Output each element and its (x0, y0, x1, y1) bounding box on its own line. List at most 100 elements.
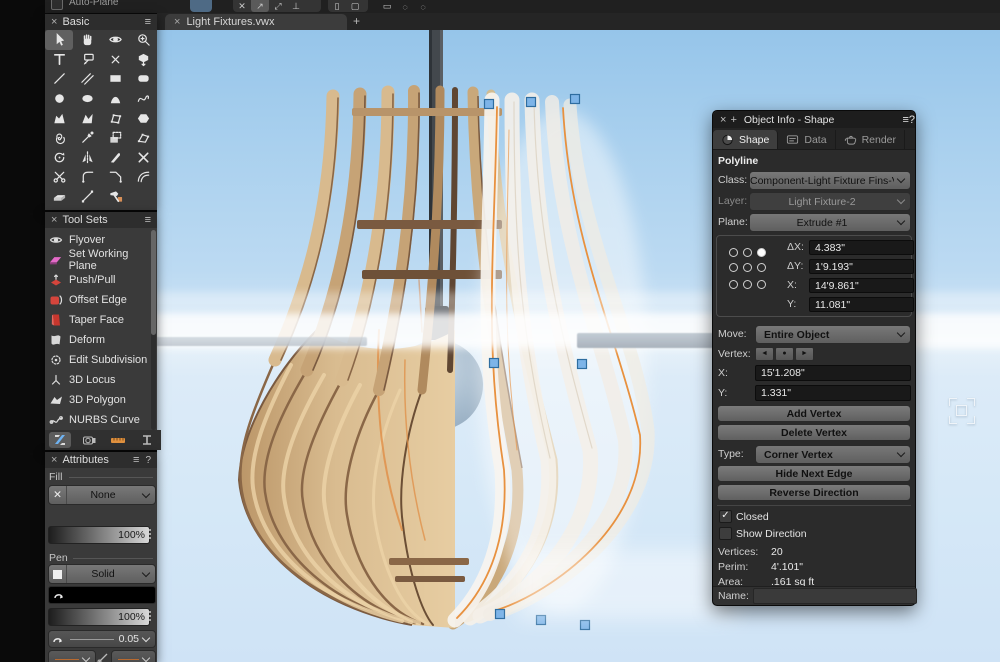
category-structural[interactable] (136, 432, 158, 448)
delta-y-field[interactable]: 1'9.193" (809, 259, 914, 274)
new-tab-button[interactable]: + (353, 14, 360, 28)
double-line-tool[interactable] (73, 69, 101, 89)
pen-color-bar[interactable] (48, 586, 156, 604)
tool-offset-edge[interactable]: Offset Edge (49, 290, 127, 310)
rounded-rectangle-tool[interactable] (129, 69, 157, 89)
show-direction-checkbox[interactable] (719, 527, 732, 540)
document-tab[interactable]: × Light Fixtures.vwx (165, 14, 347, 30)
selection-tool[interactable] (45, 30, 73, 50)
close-icon[interactable]: × (720, 114, 726, 126)
polyline-tool[interactable] (73, 108, 101, 128)
toolbar-icon-2[interactable]: ↗ (251, 0, 269, 12)
category-3d-modeling[interactable] (49, 432, 71, 448)
toolbar-icon-7[interactable]: ▭ (378, 0, 396, 12)
arc-tool[interactable] (101, 89, 129, 109)
add-pane-icon[interactable]: + (730, 114, 736, 126)
eyedropper-tool[interactable] (73, 128, 101, 148)
tab-close-icon[interactable]: × (174, 16, 180, 28)
category-dims-notes[interactable] (107, 432, 129, 448)
3d-box-tool[interactable] (45, 187, 73, 207)
flyover-tool[interactable] (101, 30, 129, 50)
anchor-radio-8[interactable] (743, 280, 752, 289)
rotate-tool[interactable] (45, 148, 73, 168)
polygon-tool[interactable] (45, 108, 73, 128)
tape-measure-tool[interactable] (73, 187, 101, 207)
anchor-radio-7[interactable] (729, 280, 738, 289)
freehand-tool[interactable] (129, 89, 157, 109)
anchor-radio-2[interactable] (743, 248, 752, 257)
delete-vertex-button[interactable]: Delete Vertex (717, 424, 911, 441)
hide-next-edge-button[interactable]: Hide Next Edge (717, 465, 911, 482)
mirror-tool[interactable] (73, 148, 101, 168)
circle-tool[interactable] (45, 89, 73, 109)
move-dropdown[interactable]: Entire Object (755, 325, 911, 344)
tool-sets-scroll-thumb[interactable] (151, 230, 156, 335)
fillet-tool[interactable] (73, 167, 101, 187)
tool-flyover[interactable]: Flyover (49, 230, 105, 250)
plane-dropdown[interactable]: Extrude #1 (749, 213, 911, 232)
rectangle-tool[interactable] (101, 69, 129, 89)
vertex-y-field[interactable]: 1.331" (755, 385, 911, 401)
trim-tool[interactable] (129, 148, 157, 168)
help-icon[interactable]: ? (909, 114, 915, 126)
marker-start-dropdown[interactable] (48, 650, 96, 662)
category-visualization[interactable] (78, 432, 100, 448)
close-icon[interactable]: × (51, 454, 57, 466)
vertex-current-button[interactable]: ● (775, 347, 794, 361)
tool-deform[interactable]: Deform (49, 330, 105, 350)
extrude-tool[interactable] (129, 50, 157, 70)
anchor-radio-5[interactable] (743, 263, 752, 272)
tool-push-pull[interactable]: Push/Pull (49, 270, 115, 290)
anchor-radio-9[interactable] (757, 280, 766, 289)
toolbar-icon-3[interactable]: ⤢ (269, 0, 287, 12)
anchor-radio-1[interactable] (729, 248, 738, 257)
callout-tool[interactable] (73, 50, 101, 70)
toolbar-icon-4[interactable]: ⊥ (287, 0, 305, 12)
oval-tool[interactable] (73, 89, 101, 109)
fill-opacity-slider[interactable]: 100% (48, 526, 150, 544)
chamfer-tool[interactable] (101, 167, 129, 187)
fill-opacity-menu[interactable] (146, 526, 154, 542)
close-icon[interactable]: × (51, 16, 57, 28)
tool-nurbs-curve[interactable]: NURBS Curve (49, 410, 140, 430)
tab-shape[interactable]: Shape (713, 130, 778, 149)
tool-edit-subdivision[interactable]: Edit Subdivision (49, 350, 147, 370)
offset-tool[interactable] (129, 167, 157, 187)
menu-icon[interactable]: ≡ (145, 16, 151, 28)
vertex-prev-button[interactable]: ◄ (755, 347, 774, 361)
fill-style-dropdown[interactable]: ✕ None (48, 485, 156, 505)
tool-set-working-plane[interactable]: Set Working Plane (49, 250, 157, 270)
menu-icon[interactable]: ≡ (133, 454, 139, 466)
delta-x-field[interactable]: 4.383" (809, 240, 914, 255)
line-weight-control[interactable]: 0.05 (48, 630, 156, 648)
pan-tool[interactable] (73, 30, 101, 50)
clip-tool[interactable] (45, 167, 73, 187)
tool-3d-polygon[interactable]: 3D Polygon (49, 390, 126, 410)
text-tool[interactable] (45, 50, 73, 70)
closed-checkbox[interactable]: ✓ (719, 510, 732, 523)
line-tool[interactable] (45, 69, 73, 89)
toolbar-icon-5[interactable]: ▯ (328, 0, 346, 12)
marker-end-dropdown[interactable] (111, 650, 156, 662)
zoom-tool[interactable] (129, 30, 157, 50)
clip-cube-tool[interactable] (101, 128, 129, 148)
regular-polygon-tool[interactable] (129, 108, 157, 128)
attribute-mapping-tool[interactable] (101, 187, 129, 207)
pen-style-dropdown[interactable]: Solid (48, 564, 156, 584)
x-field[interactable]: 14'9.861" (809, 278, 914, 293)
auto-plane-checkbox[interactable] (51, 0, 63, 10)
tool-taper-face[interactable]: Taper Face (49, 310, 124, 330)
anchor-radio-3[interactable] (757, 248, 766, 257)
reverse-direction-button[interactable]: Reverse Direction (717, 484, 911, 501)
toolbar-plane-button[interactable] (190, 0, 212, 12)
y-field[interactable]: 11.081" (809, 297, 914, 312)
spiral-tool[interactable] (45, 128, 73, 148)
pen-opacity-slider[interactable]: 100% (48, 608, 150, 626)
vertex-next-button[interactable]: ► (795, 347, 814, 361)
menu-icon[interactable]: ≡ (145, 214, 151, 226)
class-dropdown[interactable]: Component-Light Fixture Fins-Ver... (749, 171, 911, 190)
pen-opacity-menu[interactable] (146, 608, 154, 624)
toolbar-icon-6[interactable]: ▢ (346, 0, 364, 12)
anchor-radio-4[interactable] (729, 263, 738, 272)
knife-tool[interactable] (101, 148, 129, 168)
